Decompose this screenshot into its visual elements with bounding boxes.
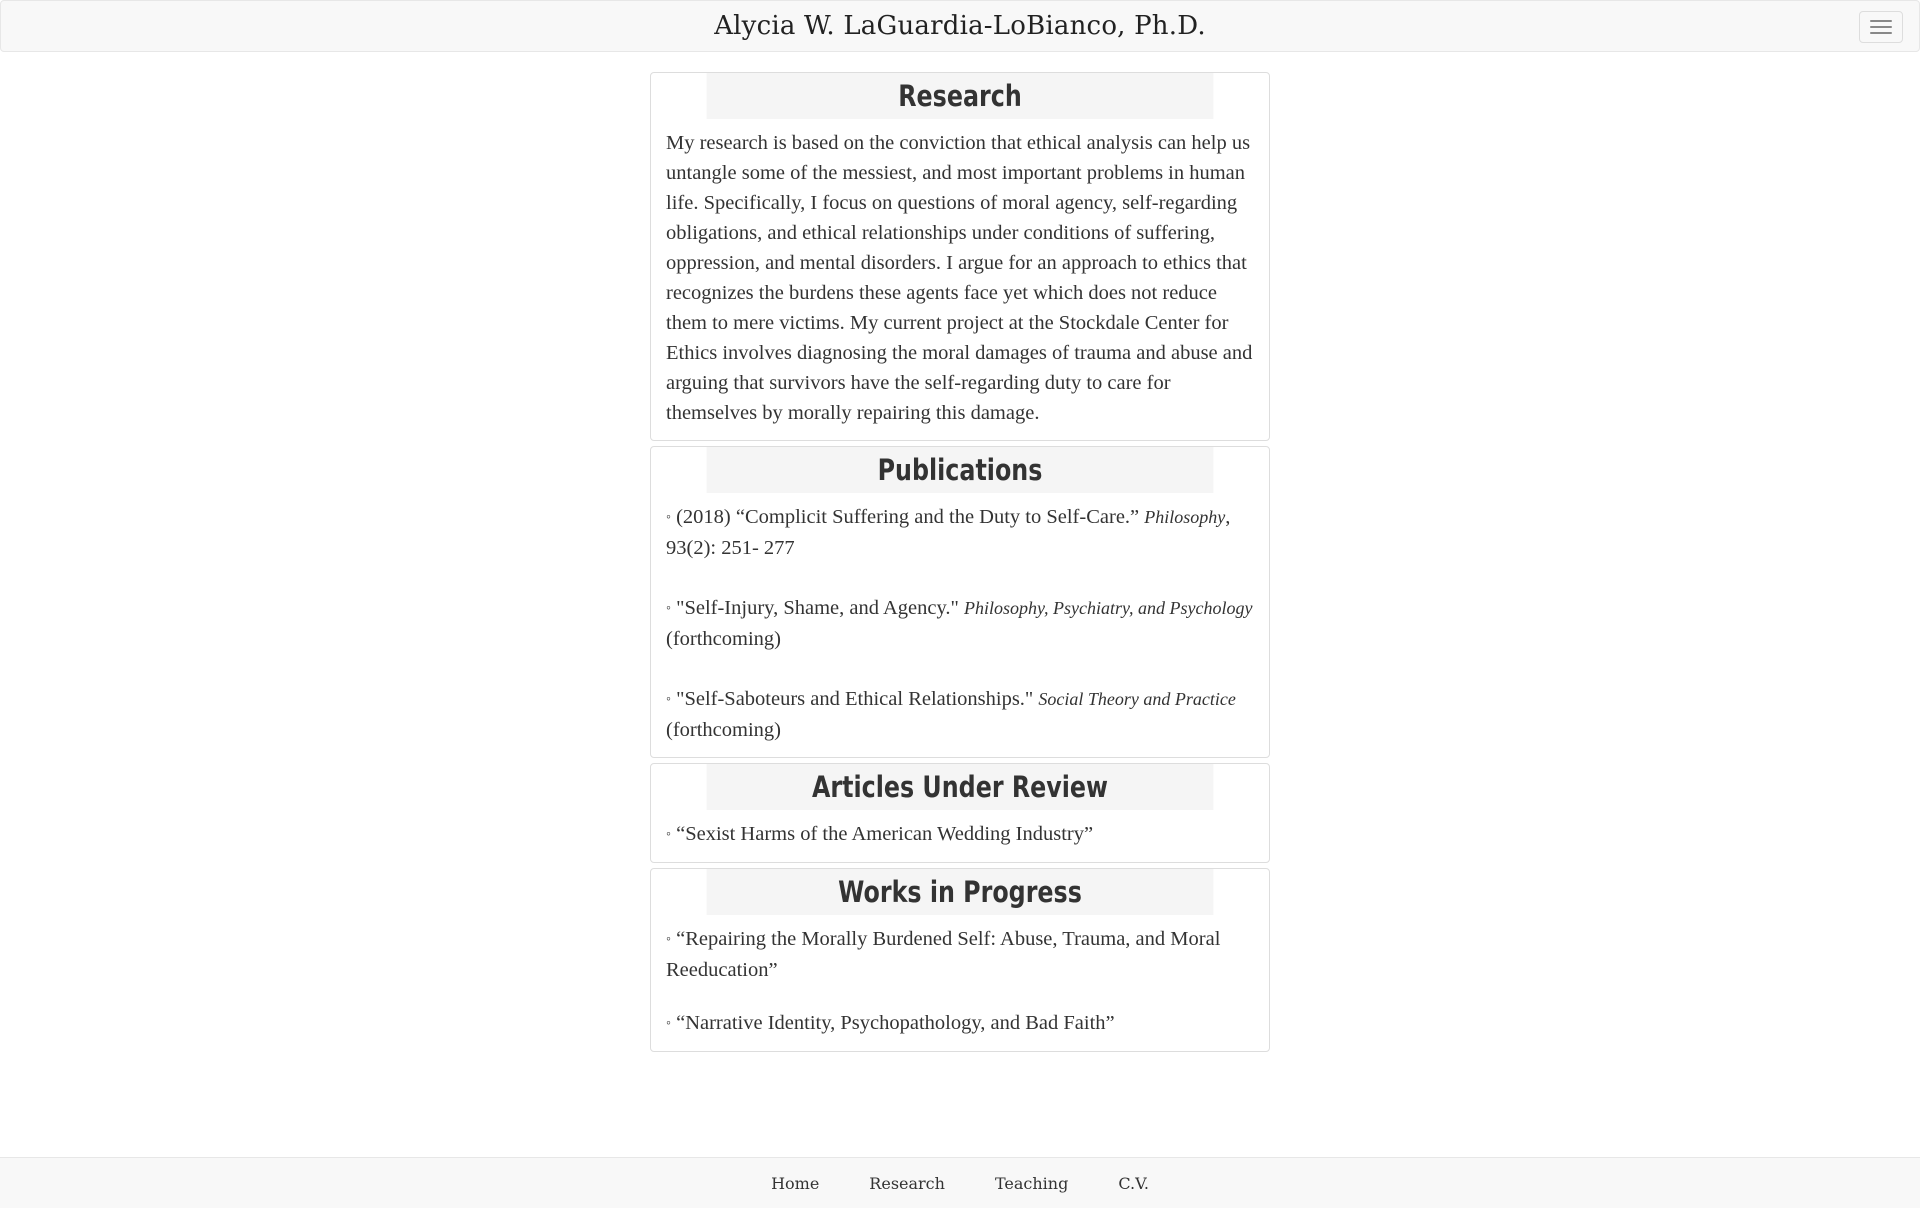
in-progress-heading: Works in Progress <box>706 869 1214 915</box>
bullet-icon: ◦ <box>666 601 671 616</box>
in-progress-title: “Narrative Identity, Psychopathology, an… <box>676 1012 1115 1034</box>
publications-body: ◦ (2018) “Complicit Suffering and the Du… <box>651 493 1269 757</box>
list-item: ◦ “Narrative Identity, Psychopathology, … <box>666 1008 1254 1039</box>
publication-journal: Philosophy, Psychiatry, and Psychology <box>964 598 1253 618</box>
hamburger-menu-icon <box>1870 32 1892 34</box>
footer-link-home[interactable]: Home <box>746 1174 844 1193</box>
under-review-panel: Articles Under Review ◦ “Sexist Harms of… <box>650 763 1270 863</box>
hamburger-menu-icon <box>1870 20 1892 22</box>
bullet-icon: ◦ <box>666 932 671 947</box>
footer-link-teaching[interactable]: Teaching <box>970 1174 1093 1193</box>
in-progress-body: ◦ “Repairing the Morally Burdened Self: … <box>651 915 1269 1051</box>
footer-link-research[interactable]: Research <box>844 1174 970 1193</box>
under-review-body: ◦ “Sexist Harms of the American Wedding … <box>651 810 1269 862</box>
under-review-heading: Articles Under Review <box>706 764 1214 810</box>
publication-title: "Self-Saboteurs and Ethical Relationship… <box>676 688 1034 710</box>
publication-details: (forthcoming) <box>666 628 781 650</box>
under-review-title: “Sexist Harms of the American Wedding In… <box>676 823 1094 845</box>
top-navbar: Alycia W. LaGuardia-LoBianco, Ph.D. <box>0 0 1920 52</box>
publication-item: ◦ (2018) “Complicit Suffering and the Du… <box>666 502 1254 563</box>
hamburger-menu-icon <box>1870 26 1892 28</box>
publication-item: ◦ "Self-Injury, Shame, and Agency." Phil… <box>666 593 1254 654</box>
site-brand[interactable]: Alycia W. LaGuardia-LoBianco, Ph.D. <box>714 11 1206 41</box>
research-body: My research is based on the conviction t… <box>651 119 1269 440</box>
publication-title: "Self-Injury, Shame, and Agency." <box>676 597 959 619</box>
in-progress-panel: Works in Progress ◦ “Repairing the Moral… <box>650 868 1270 1052</box>
research-statement: My research is based on the conviction t… <box>666 132 1253 424</box>
bullet-icon: ◦ <box>666 510 671 525</box>
research-panel: Research My research is based on the con… <box>650 72 1270 441</box>
publication-journal: Social Theory and Practice <box>1038 689 1236 709</box>
bullet-icon: ◦ <box>666 1016 671 1031</box>
publications-heading: Publications <box>706 447 1214 493</box>
publication-journal: Philosophy <box>1144 507 1226 527</box>
footer-nav: Home Research Teaching C.V. <box>0 1157 1920 1208</box>
research-heading: Research <box>706 73 1214 119</box>
list-item: ◦ “Sexist Harms of the American Wedding … <box>666 819 1254 850</box>
bullet-icon: ◦ <box>666 827 671 842</box>
in-progress-title: “Repairing the Morally Burdened Self: Ab… <box>666 928 1221 981</box>
publication-title: (2018) “Complicit Suffering and the Duty… <box>676 506 1140 528</box>
main-content: Research My research is based on the con… <box>650 72 1270 1057</box>
menu-toggle-button[interactable] <box>1859 11 1903 43</box>
publications-panel: Publications ◦ (2018) “Complicit Sufferi… <box>650 446 1270 758</box>
list-item: ◦ “Repairing the Morally Burdened Self: … <box>666 924 1254 985</box>
publication-item: ◦ "Self-Saboteurs and Ethical Relationsh… <box>666 684 1254 745</box>
footer-link-cv[interactable]: C.V. <box>1093 1174 1174 1193</box>
bullet-icon: ◦ <box>666 692 671 707</box>
publication-details: (forthcoming) <box>666 719 781 741</box>
